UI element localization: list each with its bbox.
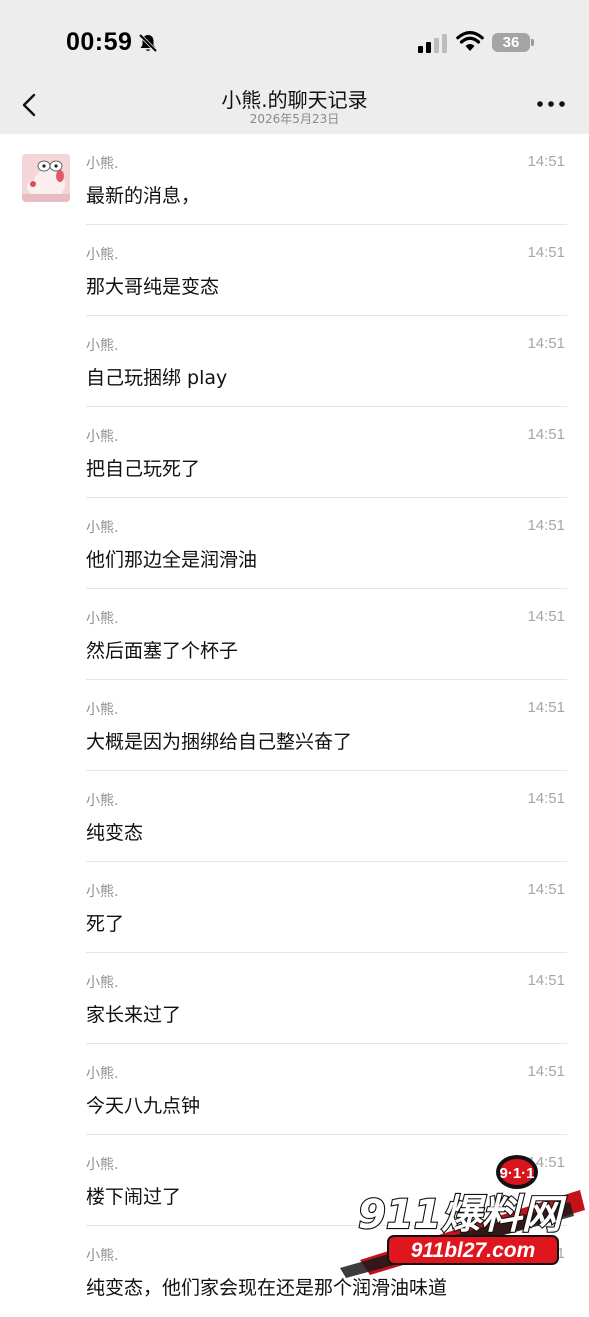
message-item[interactable]: 小熊. 14:51 最新的消息， xyxy=(0,134,589,225)
message-item[interactable]: 小熊. 14:51 大概是因为捆绑给自己整兴奋了 xyxy=(0,680,589,771)
page-title: 小熊.的聊天记录 xyxy=(221,88,368,112)
watermark-logo: 9·1·1 911爆料网 911bl27.com xyxy=(340,1155,585,1278)
message-item[interactable]: 小熊. 14:51 家长来过了 xyxy=(0,953,589,1044)
cellular-signal-icon xyxy=(418,34,447,53)
avatar[interactable] xyxy=(22,154,70,202)
message-text: 然后面塞了个杯子 xyxy=(86,640,239,662)
message-item[interactable]: 小熊. 14:51 然后面塞了个杯子 xyxy=(0,589,589,680)
message-sender: 小熊. xyxy=(86,1248,119,1264)
message-time: 14:51 xyxy=(527,335,565,352)
message-sender: 小熊. xyxy=(86,884,119,900)
battery-level: 36 xyxy=(502,34,520,51)
message-item[interactable]: 小熊. 14:51 他们那边全是润滑油 xyxy=(0,498,589,589)
message-sender: 小熊. xyxy=(86,1066,119,1082)
message-time: 14:51 xyxy=(527,790,565,807)
message-text: 那大哥纯是变态 xyxy=(86,276,220,298)
status-time: 00:59 xyxy=(66,28,133,56)
message-time: 14:51 xyxy=(527,608,565,625)
message-time: 14:51 xyxy=(527,153,565,170)
message-text: 把自己玩死了 xyxy=(86,458,201,480)
message-sender: 小熊. xyxy=(86,702,119,718)
message-sender: 小熊. xyxy=(86,247,119,263)
watermark-url: 911bl27.com xyxy=(411,1239,536,1262)
message-time: 14:51 xyxy=(527,881,565,898)
message-item[interactable]: 小熊. 14:51 把自己玩死了 xyxy=(0,407,589,498)
message-time: 14:51 xyxy=(527,1063,565,1080)
message-text: 死了 xyxy=(86,913,125,935)
message-text: 自己玩捆绑 play xyxy=(86,367,228,389)
battery-tip xyxy=(531,39,534,46)
message-sender: 小熊. xyxy=(86,793,119,809)
message-sender: 小熊. xyxy=(86,429,119,445)
watermark-brand: 911爆料网 xyxy=(358,1192,567,1238)
message-text: 大概是因为捆绑给自己整兴奋了 xyxy=(86,731,353,753)
message-item[interactable]: 小熊. 14:51 今天八九点钟 xyxy=(0,1044,589,1135)
message-time: 14:51 xyxy=(527,244,565,261)
page-date: 2026年5月23日 xyxy=(249,112,340,126)
message-text: 家长来过了 xyxy=(86,1004,182,1026)
message-sender: 小熊. xyxy=(86,338,119,354)
message-text: 今天八九点钟 xyxy=(86,1095,201,1117)
status-bar: 00:59 36 xyxy=(0,0,589,86)
message-sender: 小熊. xyxy=(86,975,119,991)
message-time: 14:51 xyxy=(527,699,565,716)
watermark-badge: 9·1·1 xyxy=(499,1165,534,1182)
nav-bar: 小熊.的聊天记录 2026年5月23日 xyxy=(0,86,589,134)
message-list[interactable]: 小熊. 14:51 最新的消息， 小熊. 14:51 那大哥纯是变态 小熊. 1… xyxy=(0,134,589,1317)
message-time: 14:51 xyxy=(527,972,565,989)
message-text: 最新的消息， xyxy=(86,185,201,207)
message-item[interactable]: 小熊. 14:51 自己玩捆绑 play xyxy=(0,316,589,407)
message-text: 楼下闹过了 xyxy=(86,1186,182,1208)
message-sender: 小熊. xyxy=(86,520,119,536)
wifi-icon xyxy=(456,31,484,51)
message-item[interactable]: 小熊. 14:51 死了 xyxy=(0,862,589,953)
message-item[interactable]: 小熊. 14:51 纯变态 xyxy=(0,771,589,862)
message-sender: 小熊. xyxy=(86,1157,119,1173)
message-text: 纯变态 xyxy=(86,822,144,844)
message-sender: 小熊. xyxy=(86,156,119,172)
message-sender: 小熊. xyxy=(86,611,119,627)
bell-slash-icon xyxy=(138,33,158,53)
message-time: 14:51 xyxy=(527,426,565,443)
message-time: 14:51 xyxy=(527,517,565,534)
message-item[interactable]: 小熊. 14:51 那大哥纯是变态 xyxy=(0,225,589,316)
message-text: 他们那边全是润滑油 xyxy=(86,549,258,571)
more-dots-icon[interactable] xyxy=(536,99,566,109)
